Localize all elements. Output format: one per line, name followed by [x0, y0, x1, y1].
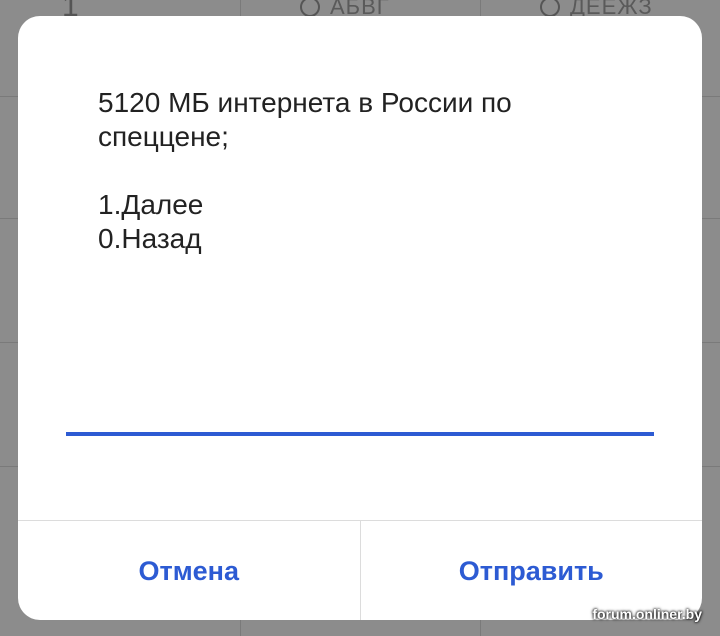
- dialog-button-bar: Отмена Отправить: [18, 520, 702, 620]
- key-3-circle-icon: [540, 0, 560, 17]
- key-2-circle-icon: [300, 0, 320, 17]
- ussd-dialog: 5120 МБ интернета в России по спецценe; …: [18, 16, 702, 620]
- reply-input-container: [66, 356, 654, 436]
- watermark: forum.onliner.by: [592, 606, 702, 622]
- ussd-message: 5120 МБ интернета в России по спецценe; …: [98, 87, 512, 254]
- reply-input[interactable]: [66, 396, 654, 436]
- cancel-button[interactable]: Отмена: [18, 521, 360, 620]
